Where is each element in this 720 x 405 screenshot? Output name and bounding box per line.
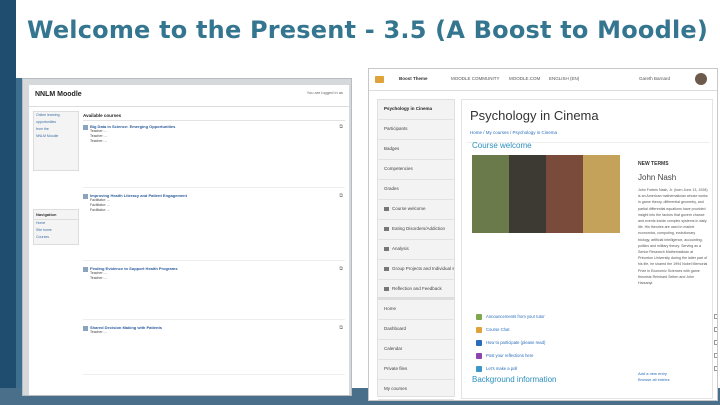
drawer-item[interactable]: My courses <box>378 380 454 400</box>
navigation-item[interactable]: Home <box>34 220 78 227</box>
moodle-logo-icon[interactable] <box>375 76 384 83</box>
drawer-item[interactable]: Participants <box>378 120 454 140</box>
drawer-item[interactable]: Private files <box>378 360 454 380</box>
calendar-line: Online learning <box>36 113 60 117</box>
calendar-line: opportunities <box>36 120 57 124</box>
user-name[interactable]: Gareth Barnard <box>639 76 670 81</box>
activity-icon <box>476 314 482 320</box>
course-teacher: Teacher: ... <box>90 139 108 143</box>
drawer-item[interactable]: Psychology in Cinema <box>378 400 454 401</box>
avatar[interactable] <box>695 73 707 85</box>
drawer-item[interactable]: Eating Disorders/Addiction <box>378 220 454 240</box>
navigation-block-heading: Navigation <box>34 210 78 220</box>
activity-label[interactable]: Let's make a poll <box>486 366 517 371</box>
navigation-item[interactable]: Site home <box>34 227 78 234</box>
browse-entries-link[interactable]: Browse all entries <box>638 377 670 382</box>
section-heading: Course welcome <box>472 141 532 150</box>
drawer-item[interactable]: Grades <box>378 180 454 200</box>
activity-item[interactable]: How to participate (please read) <box>476 339 626 347</box>
course-icon <box>83 326 88 331</box>
drawer-item[interactable]: Badges <box>378 140 454 160</box>
nav-link[interactable]: ENGLISH (EN) <box>549 76 579 81</box>
old-moodle-user-info: You are logged in as <box>306 90 343 95</box>
nav-link[interactable]: MOODLE.COM <box>509 76 540 81</box>
add-entry-link[interactable]: Add a new entry <box>638 371 667 376</box>
news-heading: NEW TERMS <box>638 161 669 167</box>
calendar-line: NNLM Moodle <box>36 134 59 138</box>
breadcrumb[interactable]: Home / My courses / Psychology in Cinema <box>470 130 557 135</box>
course-title: Psychology in Cinema <box>470 108 599 123</box>
navigation-block: Navigation Home Site home Courses <box>33 209 79 245</box>
course-content: Course welcome NEW TERMS John Nash John … <box>466 141 717 398</box>
drawer-item[interactable]: Dashboard <box>378 320 454 340</box>
drawer-item[interactable]: Course welcome <box>378 200 454 220</box>
news-text: John Forbes Nash, Jr. (born June 13, 192… <box>638 188 708 286</box>
background-info-heading: Background information <box>472 375 557 384</box>
drawer-item[interactable]: Analysis <box>378 240 454 260</box>
nav-link[interactable]: MOODLE COMMUNITY <box>451 76 500 81</box>
film-poster <box>546 155 583 233</box>
drawer-item[interactable]: Competencies <box>378 160 454 180</box>
activity-icon <box>476 327 482 333</box>
boost-theme-screenshot: Boost Theme MOODLE COMMUNITY MOODLE.COM … <box>368 68 718 401</box>
film-posters-image <box>472 155 620 233</box>
activity-label[interactable]: Course Chat <box>486 327 510 332</box>
calendar-line: from the <box>36 127 49 131</box>
drawer-item[interactable]: Psychology in Cinema <box>378 100 454 120</box>
calendar-block: Online learning opportunities from the N… <box>33 111 79 171</box>
boost-navbar: Boost Theme MOODLE COMMUNITY MOODLE.COM … <box>369 69 717 91</box>
activity-item[interactable]: Post your reflections here <box>476 352 626 360</box>
film-poster <box>472 155 509 233</box>
expand-icon[interactable]: ⧉ <box>339 124 343 130</box>
course-teacher: Teacher: ... <box>90 276 108 280</box>
drawer-item[interactable]: Calendar <box>378 340 454 360</box>
completion-checkbox[interactable] <box>714 327 717 332</box>
course-teacher: Facilitator: ... <box>90 208 111 212</box>
activity-icon <box>476 340 482 346</box>
activity-item[interactable]: Let's make a poll <box>476 365 626 373</box>
nav-drawer: Psychology in Cinema Participants Badges Co… <box>377 99 455 400</box>
old-moodle-header: NNLM Moodle You are logged in as <box>29 85 349 107</box>
expand-icon[interactable]: ⧉ <box>339 325 343 331</box>
course-item: Finding Evidence to Support Health Progr… <box>83 266 345 320</box>
boost-brand[interactable]: Boost Theme <box>399 76 428 81</box>
slide-title: Welcome to the Present - 3.5 (A Boost to… <box>27 16 709 44</box>
completion-checkbox[interactable] <box>714 353 717 358</box>
activity-icon <box>476 353 482 359</box>
drawer-item[interactable]: Home <box>378 300 454 320</box>
expand-icon[interactable]: ⧉ <box>339 193 343 199</box>
course-main-region: Psychology in Cinema Home / My courses /… <box>461 99 717 399</box>
activity-item[interactable]: Announcements from your tutor <box>476 313 626 321</box>
course-icon <box>83 125 88 130</box>
film-poster <box>583 155 620 233</box>
expand-icon[interactable]: ⧉ <box>339 266 343 272</box>
course-item: Improving Health Literacy and Patient En… <box>83 193 345 261</box>
activity-label[interactable]: Announcements from your tutor <box>486 314 545 319</box>
news-title: John Nash <box>638 173 677 182</box>
drawer-item[interactable]: Group Projects and Individual study <box>378 260 454 280</box>
activity-label[interactable]: Post your reflections here <box>486 353 533 358</box>
completion-checkbox[interactable] <box>714 340 717 345</box>
course-item: Shared Decision Making with Patients Tea… <box>83 325 345 375</box>
course-icon <box>83 194 88 199</box>
activity-icon <box>476 366 482 372</box>
old-moodle-screenshot: NNLM Moodle You are logged in as Online … <box>22 78 352 396</box>
drawer-item[interactable]: Reflection and Feedback <box>378 280 454 300</box>
slide-left-bar <box>0 0 16 405</box>
navigation-item[interactable]: Courses <box>34 234 78 241</box>
available-courses-heading: Available courses <box>83 111 345 121</box>
old-moodle-body: Online learning opportunities from the N… <box>29 107 349 395</box>
completion-checkbox[interactable] <box>714 366 717 371</box>
course-teacher: Teacher: ... <box>90 330 108 334</box>
old-moodle-course-list: Available courses Big Data in Science: E… <box>83 111 345 393</box>
course-item: Big Data in Science: Emerging Opportunit… <box>83 124 345 188</box>
activity-label[interactable]: How to participate (please read) <box>486 340 545 345</box>
course-icon <box>83 267 88 272</box>
film-poster <box>509 155 546 233</box>
old-moodle-site-name: NNLM Moodle <box>35 91 82 98</box>
completion-checkbox[interactable] <box>714 314 717 319</box>
activity-item[interactable]: Course Chat <box>476 326 626 334</box>
